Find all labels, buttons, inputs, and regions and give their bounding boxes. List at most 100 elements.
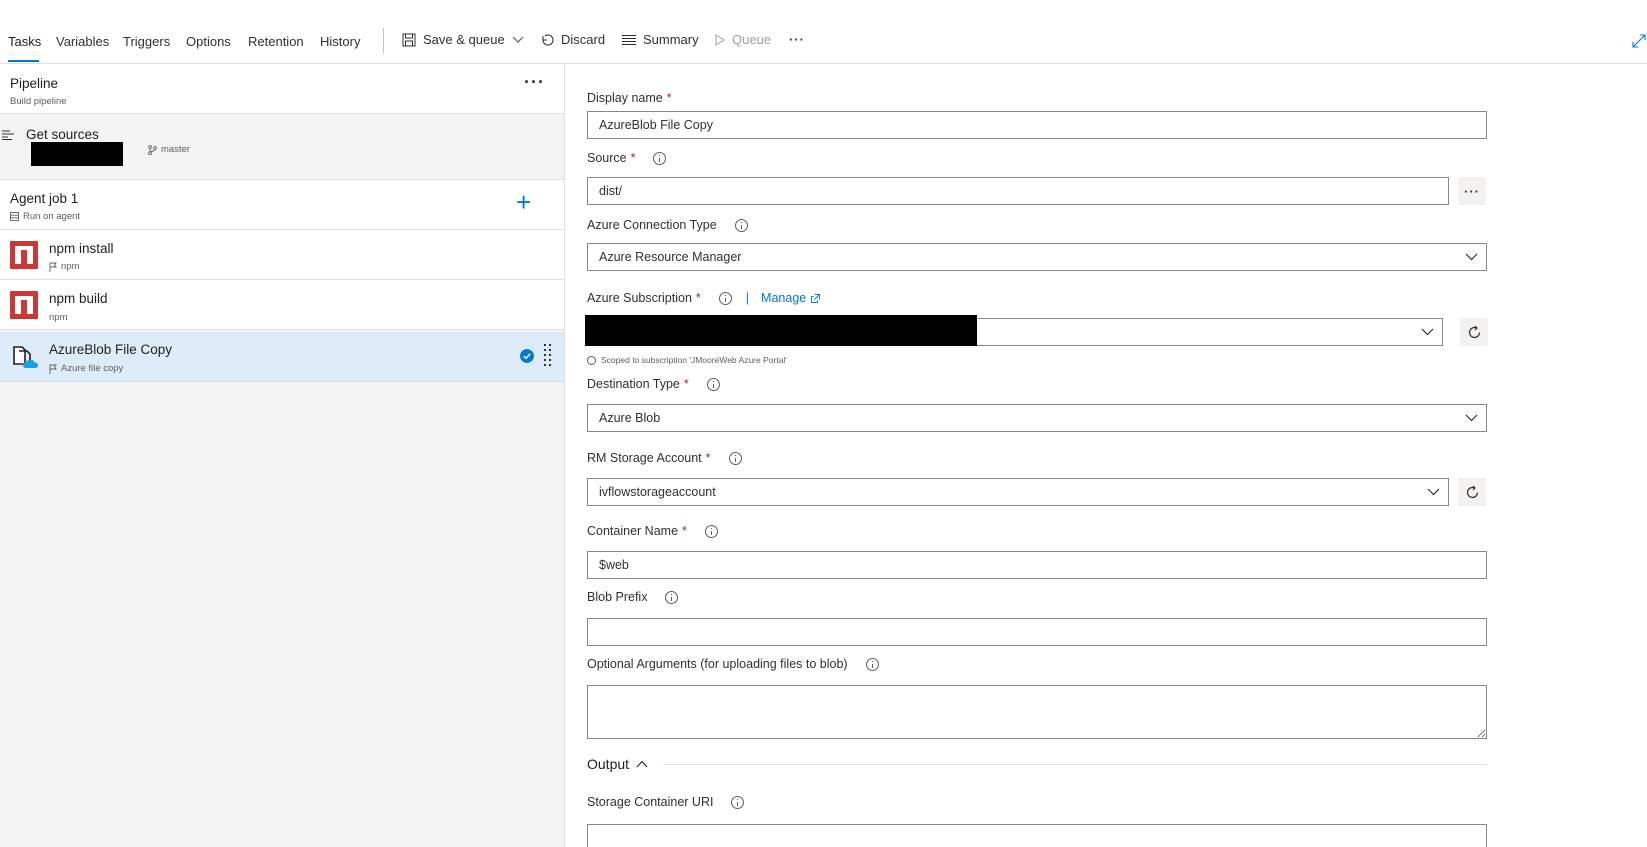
connection-type-select[interactable]: Azure Resource Manager — [587, 243, 1487, 271]
chevron-down-icon — [1421, 328, 1434, 336]
info-icon[interactable] — [706, 377, 720, 391]
info-icon[interactable] — [734, 218, 748, 232]
tab-tasks[interactable]: Tasks — [8, 34, 41, 49]
manage-link-text: Manage — [761, 291, 807, 305]
list-icon — [622, 34, 636, 45]
required-mark: * — [683, 377, 689, 391]
get-sources-title: Get sources — [26, 127, 99, 142]
get-sources-row[interactable]: Get sources master — [0, 114, 564, 180]
drag-handle[interactable] — [544, 344, 552, 368]
output-divider — [663, 764, 1487, 765]
label-text: Destination Type — [587, 377, 680, 391]
connection-type-label: Azure Connection Type — [587, 218, 748, 232]
task-azureblob-file-copy[interactable]: AzureBlob File Copy Azure file copy — [0, 332, 564, 382]
external-link-icon — [811, 293, 821, 303]
info-icon[interactable] — [865, 657, 879, 671]
more-actions-button[interactable]: ··· — [789, 32, 805, 47]
agent-job-subtitle-wrap: Run on agent — [10, 211, 80, 222]
chevron-up-icon — [636, 760, 648, 768]
chevron-down-icon — [1427, 488, 1440, 496]
destination-type-select[interactable]: Azure Blob — [587, 404, 1487, 432]
tab-options[interactable]: Options — [186, 34, 231, 49]
agent-job-row[interactable]: Agent job 1 Run on agent + — [0, 180, 564, 230]
chevron-down-icon — [1465, 253, 1478, 261]
task-subtitle-wrap: npm — [49, 261, 79, 272]
storage-uri-input[interactable] — [587, 824, 1487, 847]
save-icon — [402, 33, 416, 46]
info-icon[interactable] — [731, 795, 745, 809]
queue-button[interactable]: Queue — [715, 32, 771, 47]
tab-history[interactable]: History — [320, 34, 360, 49]
blob-prefix-input[interactable] — [587, 618, 1487, 646]
info-icon[interactable] — [665, 590, 679, 604]
label-text: Display name — [587, 91, 663, 105]
queue-label: Queue — [732, 32, 772, 47]
refresh-subscription-button[interactable] — [1460, 318, 1488, 346]
task-npm-build[interactable]: npm build npm — [0, 280, 564, 330]
manage-link[interactable]: Manage — [761, 291, 821, 305]
info-icon — [587, 355, 596, 365]
branch-icon — [148, 144, 157, 155]
task-title: npm install — [49, 241, 114, 256]
pipeline-title: Pipeline — [10, 76, 59, 91]
tab-retention[interactable]: Retention — [248, 34, 304, 49]
destination-type-label: Destination Type * — [587, 377, 720, 391]
server-icon — [10, 212, 19, 221]
toolbar: Tasks Variables Triggers Options Retenti… — [0, 0, 1647, 64]
container-name-input[interactable] — [587, 551, 1487, 579]
add-task-button[interactable]: + — [516, 187, 531, 218]
subscription-label: Azure Subscription * | Manage — [587, 291, 821, 305]
output-section-title: Output — [587, 756, 630, 772]
select-value: Azure Blob — [599, 411, 661, 425]
storage-account-label: RM Storage Account * — [587, 451, 742, 465]
task-subtitle: npm — [61, 261, 80, 272]
active-tab-indicator — [8, 60, 39, 62]
display-name-input[interactable] — [587, 111, 1487, 139]
label-text: RM Storage Account — [587, 451, 702, 465]
hint-text: Scoped to subscription 'JMooreWeb Azure … — [601, 355, 787, 365]
pipeline-row[interactable]: Pipeline Build pipeline ··· — [0, 64, 564, 114]
tab-variables[interactable]: Variables — [56, 34, 109, 49]
optional-arguments-label: Optional Arguments (for uploading files … — [587, 657, 879, 671]
output-section-toggle[interactable]: Output — [587, 756, 648, 772]
summary-button[interactable]: Summary — [622, 32, 699, 47]
storage-account-select[interactable]: ivflowstorageaccount — [587, 478, 1449, 506]
flag-icon — [49, 262, 57, 272]
toolbar-divider — [383, 28, 384, 54]
source-input[interactable] — [587, 177, 1449, 205]
flag-icon — [49, 364, 57, 374]
info-icon[interactable] — [653, 151, 667, 165]
chevron-down-icon — [1465, 414, 1478, 422]
agent-job-subtitle: Run on agent — [23, 211, 81, 222]
browse-source-button[interactable]: ··· — [1458, 177, 1486, 205]
enabled-check-icon — [520, 349, 534, 363]
refresh-storage-button[interactable] — [1458, 478, 1486, 506]
task-subtitle: Azure file copy — [61, 363, 124, 374]
task-npm-install[interactable]: npm install npm — [0, 230, 564, 280]
label-text: Blob Prefix — [587, 590, 648, 604]
task-title: AzureBlob File Copy — [49, 342, 173, 357]
task-subtitle-wrap: Azure file copy — [49, 363, 123, 374]
branch-info: master — [148, 144, 190, 155]
pipeline-more-button[interactable]: ··· — [524, 72, 545, 93]
redacted-repo — [31, 142, 123, 166]
required-mark: * — [705, 451, 711, 465]
npm-icon — [10, 291, 38, 319]
info-icon[interactable] — [718, 291, 732, 305]
tab-triggers[interactable]: Triggers — [123, 34, 170, 49]
redacted-subscription — [585, 315, 977, 346]
refresh-icon — [1468, 325, 1480, 338]
label-text: Optional Arguments (for uploading files … — [587, 657, 848, 671]
discard-button[interactable]: Discard — [540, 32, 605, 47]
azure-file-copy-icon — [13, 346, 38, 368]
select-value: Azure Resource Manager — [599, 250, 742, 264]
optional-arguments-textarea[interactable] — [587, 685, 1487, 739]
required-mark: * — [695, 291, 701, 305]
info-icon[interactable] — [704, 524, 718, 538]
label-text: Source — [587, 151, 627, 165]
save-queue-button[interactable]: Save & queue — [402, 32, 524, 47]
info-icon[interactable] — [728, 451, 742, 465]
label-text: Storage Container URI — [587, 795, 714, 809]
expand-icon[interactable] — [1632, 34, 1646, 48]
label-text: Azure Connection Type — [587, 218, 717, 232]
